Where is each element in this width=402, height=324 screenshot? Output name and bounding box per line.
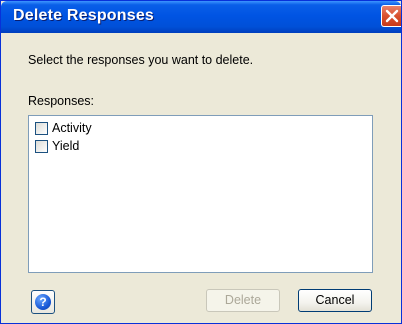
list-item-label: Activity bbox=[52, 121, 92, 135]
instruction-text: Select the responses you want to delete. bbox=[28, 53, 254, 67]
delete-button[interactable]: Delete bbox=[206, 289, 280, 312]
title-bar[interactable]: Delete Responses bbox=[1, 1, 401, 33]
help-button[interactable]: ? bbox=[31, 290, 55, 314]
responses-listbox[interactable]: Activity Yield bbox=[28, 115, 373, 273]
window-title: Delete Responses bbox=[13, 7, 155, 24]
help-icon: ? bbox=[35, 294, 51, 310]
list-item-activity[interactable]: Activity bbox=[35, 120, 92, 136]
yield-checkbox[interactable] bbox=[35, 139, 48, 153]
list-item-yield[interactable]: Yield bbox=[35, 138, 79, 154]
responses-label: Responses: bbox=[28, 94, 95, 108]
delete-responses-dialog: Delete Responses Select the responses yo… bbox=[0, 0, 402, 324]
close-icon bbox=[385, 9, 399, 23]
list-item-label: Yield bbox=[52, 139, 80, 153]
cancel-button[interactable]: Cancel bbox=[298, 289, 372, 312]
close-button[interactable] bbox=[381, 5, 401, 27]
dialog-body: Select the responses you want to delete.… bbox=[1, 33, 401, 323]
activity-checkbox[interactable] bbox=[35, 121, 48, 135]
